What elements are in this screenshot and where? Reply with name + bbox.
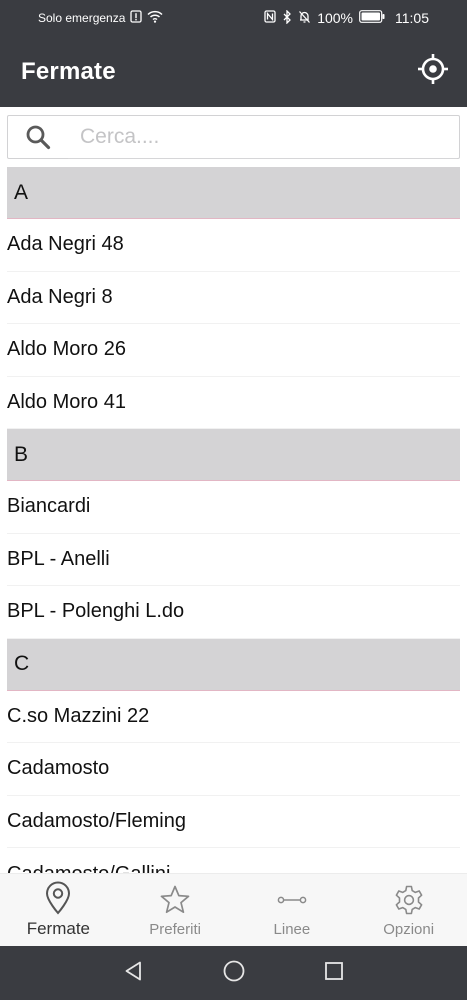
search-icon[interactable] <box>8 115 68 159</box>
star-icon <box>159 883 191 917</box>
carrier-text: Solo emergenza <box>38 11 126 25</box>
search-bar <box>7 115 460 159</box>
home-button[interactable] <box>216 955 252 991</box>
status-right: 100% 11:05 <box>264 8 429 27</box>
recents-button[interactable] <box>316 955 352 991</box>
nfc-icon <box>264 10 276 26</box>
nav-label: Opzioni <box>383 920 435 938</box>
list-item[interactable]: Biancardi <box>7 481 460 534</box>
home-circle-icon <box>222 959 246 988</box>
stop-list[interactable]: A Ada Negri 48 Ada Negri 8 Aldo Moro 26 … <box>0 167 467 873</box>
status-left: Solo emergenza <box>38 10 163 26</box>
nav-label: Preferiti <box>149 920 201 938</box>
nav-label: Linee <box>273 920 311 938</box>
list-item[interactable]: Cadamosto/Gallini <box>7 848 460 873</box>
section-letter: C <box>14 652 30 675</box>
app-bar: Fermate <box>0 36 467 107</box>
clock: 11:05 <box>395 10 429 26</box>
system-nav-bar <box>0 946 467 1000</box>
nav-item-fermate[interactable]: Fermate <box>0 874 117 946</box>
section-header-b: B <box>7 429 460 481</box>
locate-button[interactable] <box>413 52 453 92</box>
nav-item-preferiti[interactable]: Preferiti <box>117 874 234 946</box>
list-item[interactable]: Aldo Moro 41 <box>7 377 460 429</box>
list-item[interactable]: BPL - Anelli <box>7 534 460 586</box>
bottom-nav: Fermate Preferiti Linee Opzioni <box>0 873 467 946</box>
section-header-c: C <box>7 638 460 691</box>
list-item[interactable]: Cadamosto/Fleming <box>7 796 460 848</box>
crosshair-location-icon <box>416 52 450 91</box>
sim-alert-icon <box>130 10 143 26</box>
list-item[interactable]: Cadamosto <box>7 743 460 796</box>
nav-label: Fermate <box>26 919 91 938</box>
list-item[interactable]: Aldo Moro 26 <box>7 324 460 377</box>
nav-item-opzioni[interactable]: Opzioni <box>350 874 467 946</box>
list-item[interactable]: Ada Negri 48 <box>7 219 460 272</box>
list-item[interactable]: C.so Mazzini 22 <box>7 691 460 743</box>
recents-square-icon <box>323 960 345 987</box>
mute-bell-icon <box>298 10 311 27</box>
back-button[interactable] <box>116 955 152 991</box>
map-pin-icon <box>44 881 72 915</box>
section-header-a: A <box>7 167 460 219</box>
list-item[interactable]: Ada Negri 8 <box>7 272 460 324</box>
battery-icon <box>359 10 385 26</box>
page-title: Fermate <box>21 57 116 85</box>
bluetooth-icon <box>282 8 292 27</box>
status-bar: Solo emergenza 100% 11:05 <box>0 0 467 36</box>
gear-icon <box>393 883 425 917</box>
battery-percent: 100% <box>317 10 353 26</box>
list-item[interactable]: BPL - Polenghi L.do <box>7 586 460 639</box>
nav-item-linee[interactable]: Linee <box>234 874 351 946</box>
section-letter: B <box>14 442 29 466</box>
wifi-icon <box>147 10 163 26</box>
back-triangle-icon <box>123 960 145 987</box>
search-input[interactable] <box>68 115 457 159</box>
section-letter: A <box>14 180 29 204</box>
route-line-icon <box>277 883 307 917</box>
